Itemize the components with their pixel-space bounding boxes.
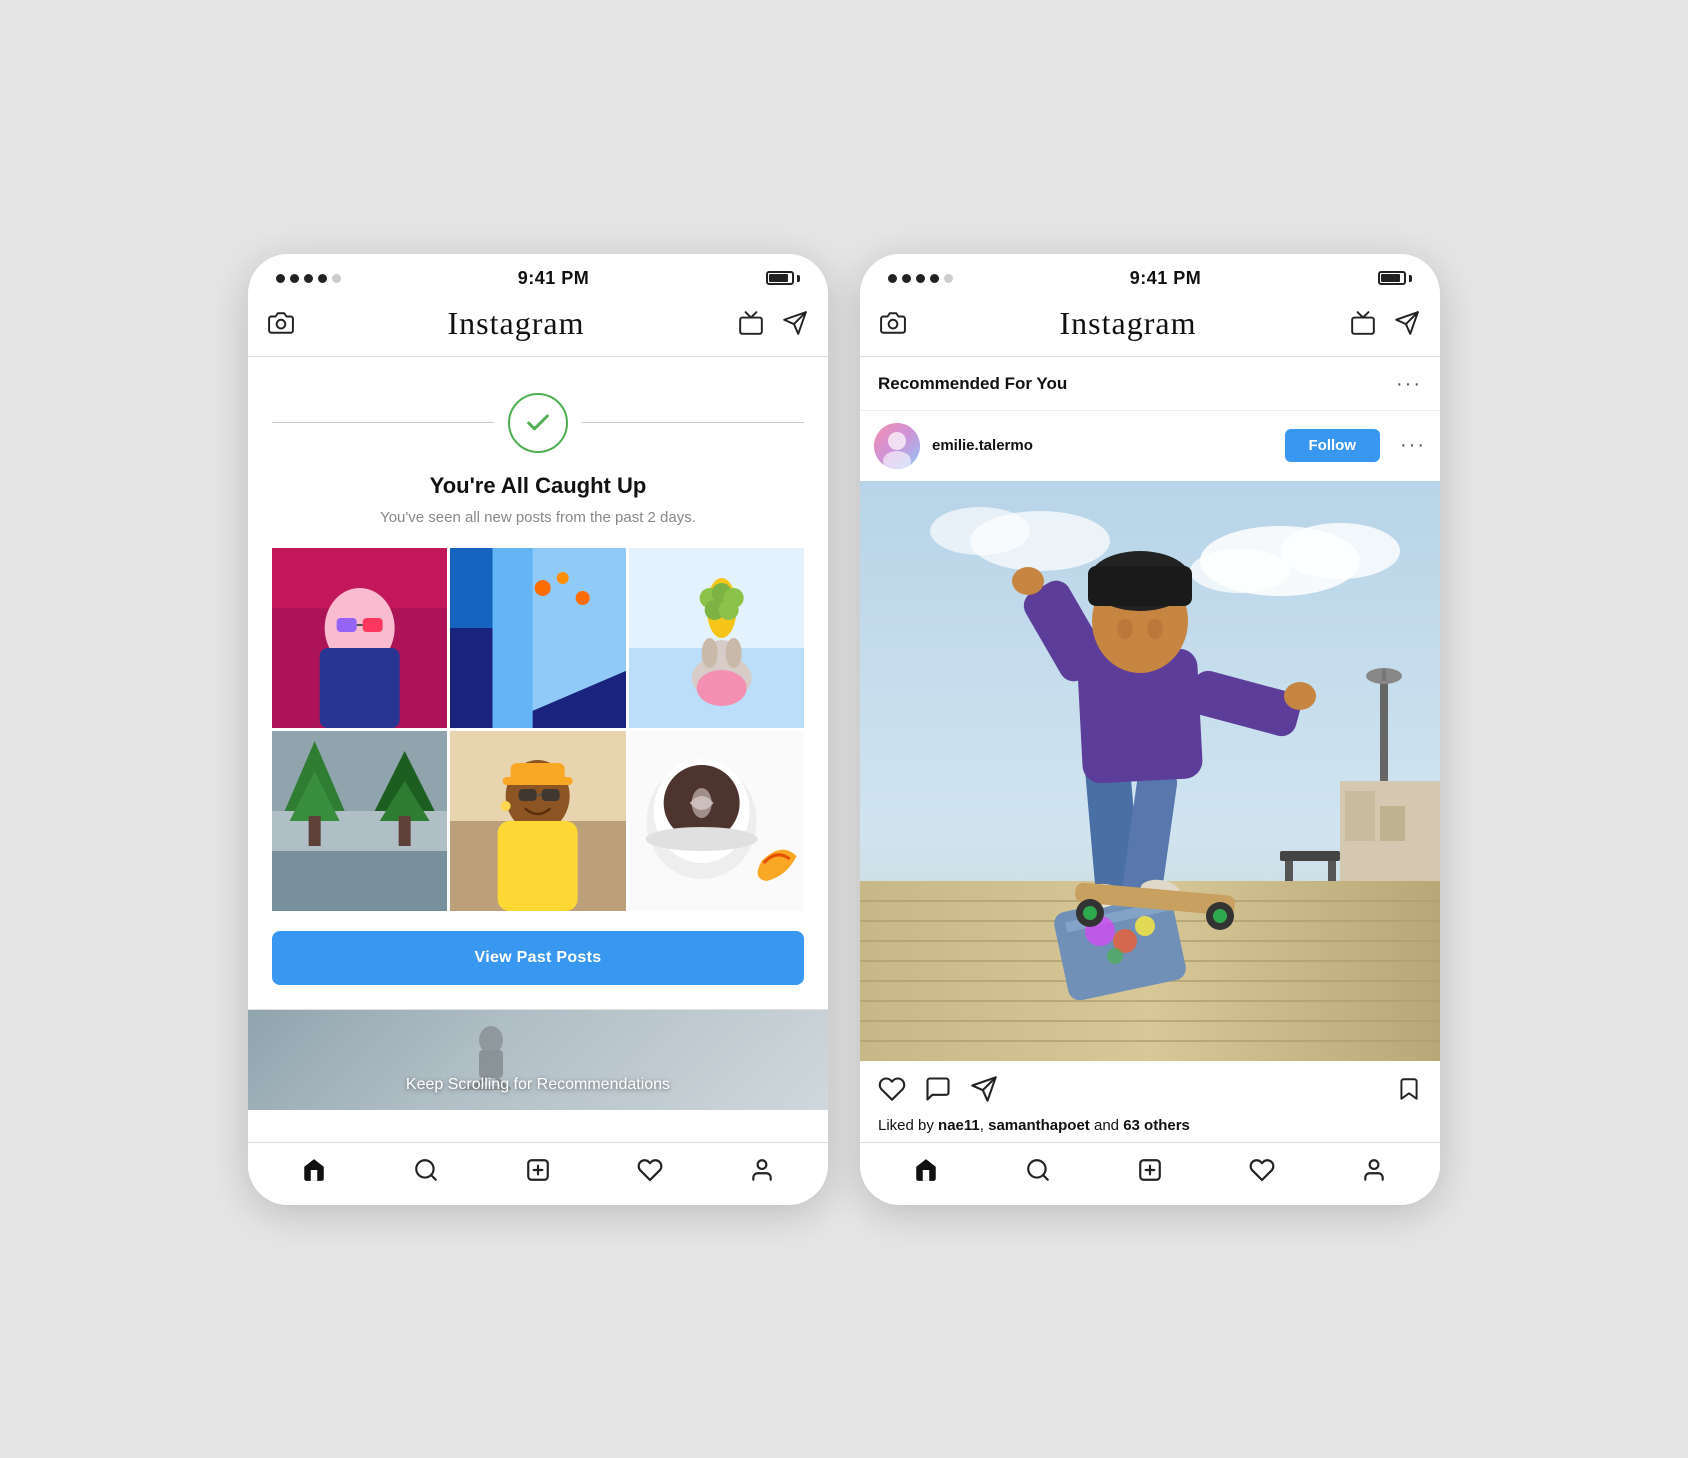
left-scroll-content: You're All Caught Up You've seen all new… — [248, 357, 828, 1142]
camera-icon-right[interactable] — [880, 310, 906, 336]
recommended-more-options[interactable]: ··· — [1396, 373, 1422, 396]
post-actions — [860, 1061, 1440, 1117]
app-logo-right: Instagram — [1060, 305, 1197, 342]
caught-up-title: You're All Caught Up — [430, 473, 647, 499]
likes-bold2[interactable]: samanthapoet — [988, 1117, 1090, 1134]
app-header-right: Instagram — [860, 297, 1440, 357]
status-bar-left: 9:41 PM — [248, 254, 828, 297]
keep-scrolling-banner: Keep Scrolling for Recommendations — [248, 1010, 828, 1110]
nav-profile-right[interactable] — [1361, 1157, 1387, 1183]
grid-photo-4[interactable] — [272, 731, 447, 911]
tv-icon-left[interactable] — [738, 310, 764, 336]
view-past-button[interactable]: View Past Posts — [272, 931, 804, 985]
likes-prefix: Liked by — [878, 1117, 938, 1134]
send-icon-left[interactable] — [782, 310, 808, 336]
grid-photo-6[interactable] — [629, 731, 804, 911]
post-username[interactable]: emilie.talermo — [932, 437, 1273, 454]
grid-photo-1[interactable] — [272, 548, 447, 728]
grid-photo-2[interactable] — [450, 548, 625, 728]
nav-add-right[interactable] — [1137, 1157, 1163, 1183]
app-logo-left: Instagram — [448, 305, 585, 342]
bottom-nav-left — [248, 1142, 828, 1205]
recommended-header: Recommended For You ··· — [860, 357, 1440, 411]
check-line-right — [582, 422, 804, 423]
grid-photo-5[interactable] — [450, 731, 625, 911]
signal-dots-right — [888, 274, 953, 283]
caught-up-subtitle: You've seen all new posts from the past … — [380, 509, 696, 526]
likes-bold1[interactable]: nae11 — [938, 1117, 980, 1134]
check-line-left — [272, 422, 494, 423]
check-circle — [508, 393, 568, 453]
user-avatar[interactable] — [874, 423, 920, 469]
nav-profile-left[interactable] — [749, 1157, 775, 1183]
nav-search-right[interactable] — [1025, 1157, 1051, 1183]
post-more-options[interactable]: ··· — [1400, 434, 1426, 457]
left-phone: 9:41 PM Instagram — [248, 254, 828, 1205]
grid-photo-3[interactable] — [629, 548, 804, 728]
battery-icon-left — [766, 271, 800, 285]
nav-heart-left[interactable] — [637, 1157, 663, 1183]
check-line-wrapper — [272, 393, 804, 453]
likes-suffix: and — [1090, 1117, 1123, 1134]
nav-heart-right[interactable] — [1249, 1157, 1275, 1183]
photo-grid — [272, 548, 804, 911]
send-icon-right[interactable] — [1394, 310, 1420, 336]
battery-icon-right — [1378, 271, 1412, 285]
caught-up-section: You're All Caught Up You've seen all new… — [248, 357, 828, 1010]
actions-left — [878, 1075, 998, 1103]
app-header-left: Instagram — [248, 297, 828, 357]
bottom-nav-right — [860, 1142, 1440, 1205]
status-bar-right: 9:41 PM — [860, 254, 1440, 297]
likes-sep: , — [980, 1117, 988, 1134]
comment-icon[interactable] — [924, 1075, 952, 1103]
like-icon[interactable] — [878, 1075, 906, 1103]
camera-icon-left[interactable] — [268, 310, 294, 336]
status-time-left: 9:41 PM — [518, 268, 590, 289]
recommended-title: Recommended For You — [878, 374, 1067, 394]
nav-add-left[interactable] — [525, 1157, 551, 1183]
signal-dots — [276, 274, 341, 283]
likes-row: Liked by nae11, samanthapoet and 63 othe… — [860, 1117, 1440, 1142]
bookmark-icon[interactable] — [1396, 1076, 1422, 1102]
nav-search-left[interactable] — [413, 1157, 439, 1183]
post-user-row: emilie.talermo Follow ··· — [860, 411, 1440, 481]
nav-home-right[interactable] — [913, 1157, 939, 1183]
likes-bold3: 63 others — [1123, 1117, 1190, 1134]
keep-scrolling-text: Keep Scrolling for Recommendations — [390, 1060, 686, 1110]
share-icon[interactable] — [970, 1075, 998, 1103]
follow-button[interactable]: Follow — [1285, 429, 1381, 462]
tv-icon-right[interactable] — [1350, 310, 1376, 336]
post-image — [860, 481, 1440, 1061]
status-time-right: 9:41 PM — [1130, 268, 1202, 289]
nav-home-left[interactable] — [301, 1157, 327, 1183]
right-phone: 9:41 PM Instagram — [860, 254, 1440, 1205]
right-scroll-content: Recommended For You ··· — [860, 357, 1440, 1142]
